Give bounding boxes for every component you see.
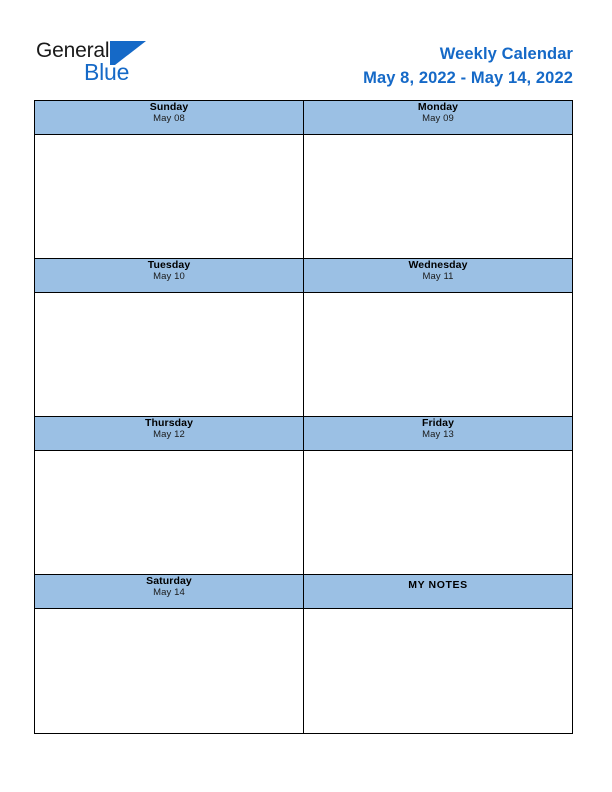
day-header-monday: Monday May 09	[303, 100, 573, 135]
day-date: May 12	[153, 429, 185, 441]
calendar-header-row: Sunday May 08 Monday May 09	[34, 100, 573, 135]
day-body-saturday[interactable]	[34, 608, 304, 734]
day-name: Tuesday	[147, 259, 191, 271]
day-header-friday: Friday May 13	[303, 416, 573, 451]
day-date: May 13	[422, 429, 454, 441]
day-name: Monday	[417, 101, 459, 113]
day-name: Friday	[421, 417, 455, 429]
calendar-body-row	[34, 450, 573, 575]
notes-body[interactable]	[303, 608, 573, 734]
day-name: Saturday	[146, 575, 192, 587]
day-name: Thursday	[144, 417, 194, 429]
day-header-tuesday: Tuesday May 10	[34, 258, 304, 293]
day-date: May 09	[422, 113, 454, 125]
day-header-saturday: Saturday May 14	[34, 574, 304, 609]
day-name: Sunday	[149, 101, 189, 113]
calendar-header-row: Saturday May 14 MY NOTES	[34, 574, 573, 609]
day-body-thursday[interactable]	[34, 450, 304, 575]
day-body-wednesday[interactable]	[303, 292, 573, 417]
day-header-wednesday: Wednesday May 11	[303, 258, 573, 293]
page-title: Weekly Calendar	[439, 45, 573, 63]
day-body-tuesday[interactable]	[34, 292, 304, 417]
weekly-calendar-table: Sunday May 08 Monday May 09 Tuesday May …	[34, 100, 573, 734]
day-body-sunday[interactable]	[34, 134, 304, 259]
day-date: May 14	[153, 587, 185, 599]
calendar-header-row: Thursday May 12 Friday May 13	[34, 416, 573, 451]
title-block: Weekly Calendar May 8, 2022 - May 14, 20…	[363, 44, 573, 89]
date-range: May 8, 2022 - May 14, 2022	[363, 68, 573, 87]
notes-header: MY NOTES	[303, 574, 573, 609]
logo-word-blue: Blue	[84, 59, 130, 85]
day-header-thursday: Thursday May 12	[34, 416, 304, 451]
day-body-friday[interactable]	[303, 450, 573, 575]
notes-title: MY NOTES	[408, 579, 468, 591]
day-date: May 10	[153, 271, 185, 283]
day-name: Wednesday	[408, 259, 468, 271]
page-header: General Blue Weekly Calendar May 8, 2022…	[0, 0, 612, 100]
day-date: May 11	[422, 271, 454, 283]
calendar-body-row	[34, 608, 573, 734]
day-body-monday[interactable]	[303, 134, 573, 259]
calendar-body-row	[34, 134, 573, 259]
calendar-body-row	[34, 292, 573, 417]
brand-logo: General Blue	[36, 40, 236, 90]
calendar-header-row: Tuesday May 10 Wednesday May 11	[34, 258, 573, 293]
day-date: May 08	[153, 113, 185, 125]
day-header-sunday: Sunday May 08	[34, 100, 304, 135]
